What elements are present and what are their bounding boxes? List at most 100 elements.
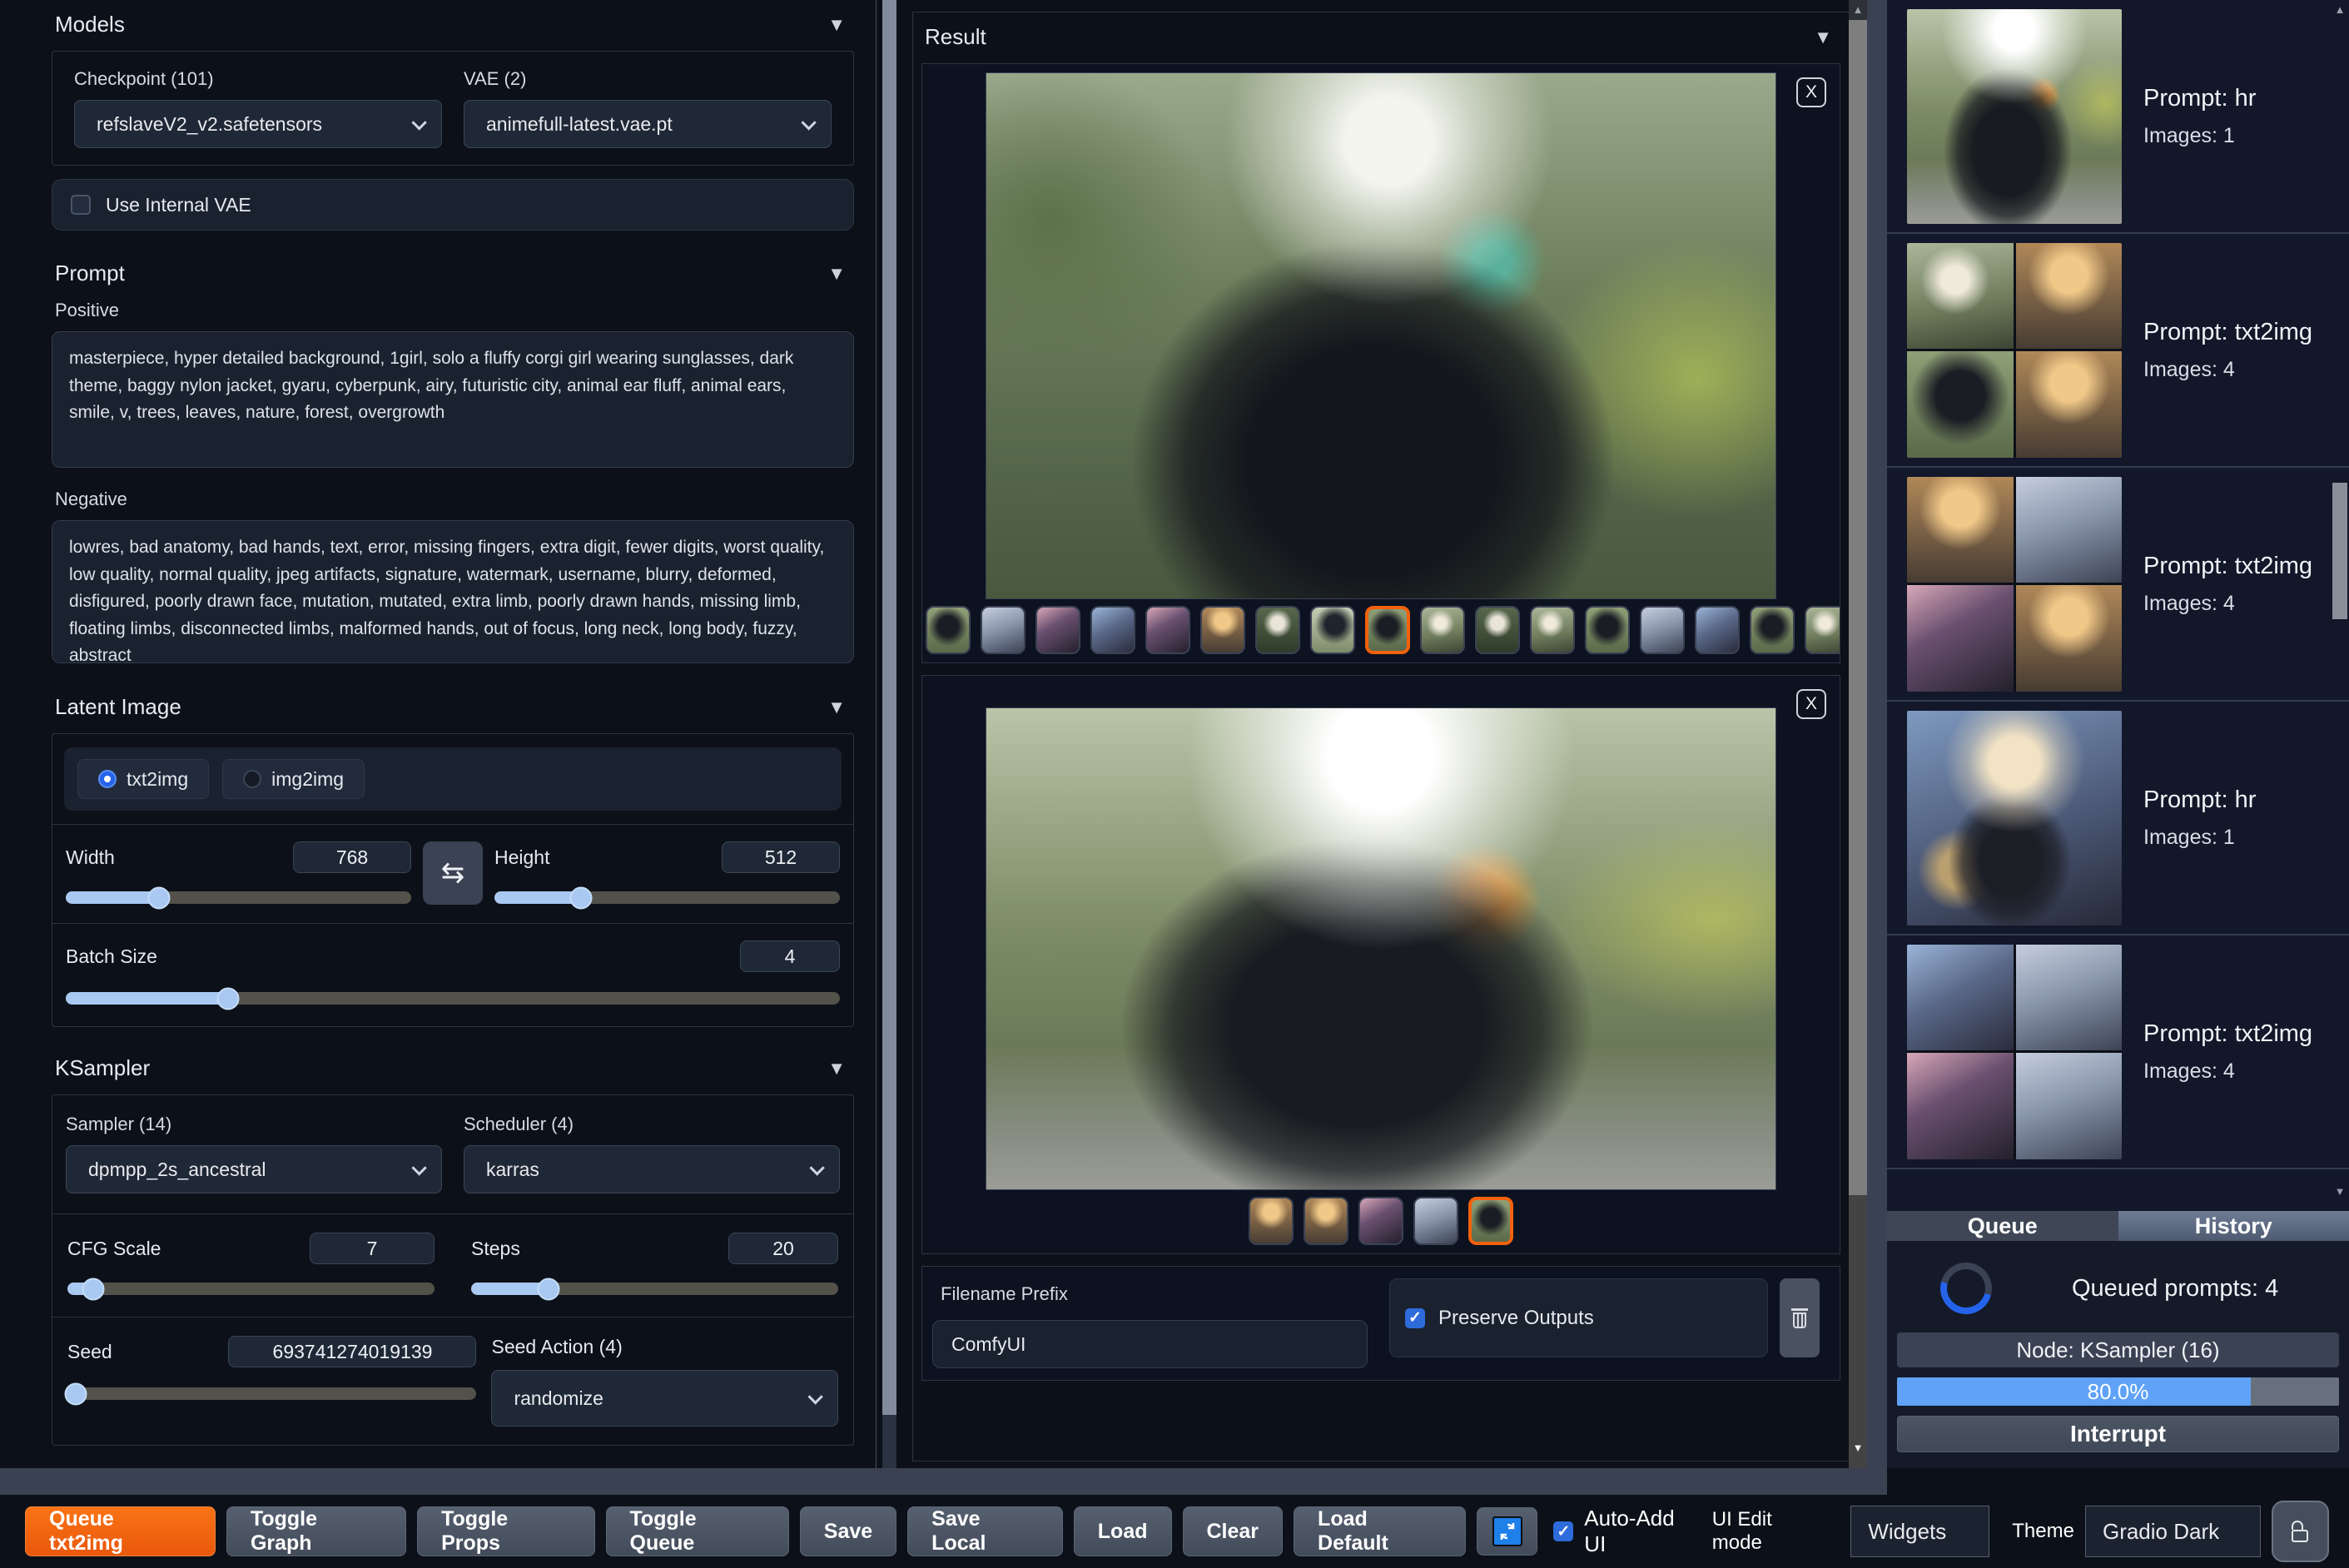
generated-image-2[interactable] bbox=[986, 707, 1776, 1190]
result-section-header[interactable]: Result ▼ bbox=[921, 12, 1840, 63]
tab-queue[interactable]: Queue bbox=[1887, 1211, 2118, 1241]
negative-prompt-input[interactable]: lowres, bad anatomy, bad hands, text, er… bbox=[52, 520, 854, 663]
gallery-thumbnail[interactable] bbox=[1413, 1197, 1458, 1245]
use-internal-vae-checkbox[interactable] bbox=[71, 195, 91, 215]
auto-add-ui-checkbox[interactable]: ✓ bbox=[1553, 1521, 1574, 1541]
seed-slider[interactable] bbox=[64, 1382, 477, 1405]
preserve-outputs-checkbox[interactable]: ✓ bbox=[1405, 1307, 1425, 1328]
clear-button[interactable]: Clear bbox=[1182, 1506, 1284, 1556]
delete-outputs-button[interactable] bbox=[1780, 1278, 1820, 1357]
width-slider[interactable] bbox=[66, 886, 411, 909]
gallery-thumbnail[interactable] bbox=[1695, 606, 1740, 654]
steps-slider[interactable] bbox=[471, 1278, 838, 1300]
steps-input[interactable]: 20 bbox=[728, 1233, 838, 1264]
history-thumbnail-grid[interactable] bbox=[1907, 476, 2122, 692]
save-button[interactable]: Save bbox=[799, 1506, 897, 1556]
seed-action-select[interactable]: randomize bbox=[491, 1370, 838, 1427]
main-scrollbar[interactable]: ▲ ▼ bbox=[1849, 0, 1867, 1468]
history-thumbnail-cell[interactable] bbox=[2015, 351, 2122, 458]
collapse-icon[interactable]: ▼ bbox=[827, 1058, 846, 1079]
history-thumbnail-cell[interactable] bbox=[1907, 476, 2014, 583]
gallery-thumbnail[interactable] bbox=[1358, 1197, 1403, 1245]
history-thumbnail-cell[interactable] bbox=[1907, 585, 2014, 692]
scrollbar-thumb[interactable] bbox=[2332, 483, 2347, 619]
prompt-section-header[interactable]: Prompt ▼ bbox=[52, 249, 854, 300]
gallery-thumbnail[interactable] bbox=[1640, 606, 1685, 654]
history-item[interactable]: Prompt: txt2img Images: 4 bbox=[1887, 468, 2349, 702]
height-slider[interactable] bbox=[494, 886, 840, 909]
img2img-radio[interactable]: img2img bbox=[222, 759, 365, 799]
sampler-select[interactable]: dpmpp_2s_ancestral bbox=[66, 1145, 442, 1193]
load-default-button[interactable]: Load Default bbox=[1294, 1506, 1467, 1556]
history-thumbnail[interactable] bbox=[1907, 710, 2122, 925]
history-thumbnail-cell[interactable] bbox=[1907, 1053, 2014, 1159]
slider-handle[interactable] bbox=[537, 1278, 560, 1300]
swap-dimensions-button[interactable]: ⇆ bbox=[423, 841, 483, 905]
batch-size-slider[interactable] bbox=[66, 987, 840, 1010]
scroll-down-icon[interactable]: ▼ bbox=[1849, 1438, 1867, 1458]
gallery-thumbnail[interactable] bbox=[1249, 1197, 1294, 1245]
slider-handle[interactable] bbox=[64, 1382, 87, 1405]
save-local-button[interactable]: Save Local bbox=[907, 1506, 1063, 1556]
generated-image-1[interactable] bbox=[986, 72, 1776, 599]
gallery-thumbnail-selected[interactable] bbox=[1468, 1197, 1513, 1245]
gallery-thumbnail[interactable] bbox=[1255, 606, 1300, 654]
history-thumbnail[interactable] bbox=[1907, 8, 2122, 224]
collapse-icon[interactable]: ▼ bbox=[827, 263, 846, 285]
checkpoint-select[interactable]: refslaveV2_v2.safetensors bbox=[74, 100, 442, 148]
collapse-icon[interactable]: ▼ bbox=[1814, 27, 1832, 48]
scheduler-select[interactable]: karras bbox=[464, 1145, 840, 1193]
history-item[interactable]: Prompt: txt2img Images: 4 bbox=[1887, 935, 2349, 1169]
scroll-down-icon[interactable]: ▼ bbox=[2332, 1185, 2347, 1198]
refresh-ui-button[interactable] bbox=[1477, 1507, 1538, 1556]
vae-select[interactable]: animefull-latest.vae.pt bbox=[464, 100, 832, 148]
ksampler-section-header[interactable]: KSampler ▼ bbox=[52, 1044, 854, 1094]
gallery-thumbnail[interactable] bbox=[1585, 606, 1630, 654]
gallery-thumbnail[interactable] bbox=[1530, 606, 1575, 654]
history-thumbnail-grid[interactable] bbox=[1907, 242, 2122, 458]
history-thumbnail-cell[interactable] bbox=[2015, 944, 2122, 1050]
gallery-thumbnail[interactable] bbox=[1475, 606, 1520, 654]
history-thumbnail-cell[interactable] bbox=[2015, 242, 2122, 349]
positive-prompt-input[interactable]: masterpiece, hyper detailed background, … bbox=[52, 331, 854, 468]
history-item[interactable]: Prompt: hr Images: 1 bbox=[1887, 0, 2349, 234]
collapse-icon[interactable]: ▼ bbox=[827, 697, 846, 718]
interrupt-button[interactable]: Interrupt bbox=[1897, 1416, 2339, 1452]
scroll-up-icon[interactable]: ▲ bbox=[2332, 3, 2347, 16]
history-thumbnail-grid[interactable] bbox=[1907, 944, 2122, 1159]
left-panel-scrollbar[interactable] bbox=[882, 0, 896, 1468]
ui-edit-mode-select[interactable]: Widgets bbox=[1850, 1506, 1990, 1557]
sidebar-scrollbar[interactable]: ▲ ▼ bbox=[2332, 0, 2347, 1205]
gallery-thumbnail[interactable] bbox=[1145, 606, 1190, 654]
gallery-thumbnail[interactable] bbox=[1200, 606, 1245, 654]
lock-button[interactable] bbox=[2271, 1501, 2329, 1562]
history-thumbnail-cell[interactable] bbox=[2015, 476, 2122, 583]
slider-handle[interactable] bbox=[569, 886, 593, 909]
history-item[interactable]: Prompt: hr Images: 1 bbox=[1887, 702, 2349, 935]
gallery-thumbnail[interactable] bbox=[981, 606, 1026, 654]
latent-section-header[interactable]: Latent Image ▼ bbox=[52, 682, 854, 733]
queue-txt2img-button[interactable]: Queue txt2img bbox=[25, 1506, 216, 1556]
history-thumbnail-cell[interactable] bbox=[1907, 944, 2014, 1050]
history-thumbnail-cell[interactable] bbox=[2015, 585, 2122, 692]
cfg-input[interactable]: 7 bbox=[310, 1233, 435, 1264]
close-image-button[interactable]: X bbox=[1796, 77, 1826, 107]
gallery-thumbnail[interactable] bbox=[1805, 606, 1840, 654]
scroll-up-icon[interactable]: ▲ bbox=[1849, 0, 1867, 20]
close-image-button[interactable]: X bbox=[1796, 689, 1826, 719]
cfg-slider[interactable] bbox=[67, 1278, 435, 1300]
gallery-thumbnail[interactable] bbox=[1304, 1197, 1348, 1245]
history-thumbnail-cell[interactable] bbox=[2015, 1053, 2122, 1159]
gallery-thumbnail[interactable] bbox=[1035, 606, 1080, 654]
scrollbar-thumb[interactable] bbox=[882, 0, 896, 1415]
slider-handle[interactable] bbox=[82, 1278, 105, 1300]
filename-prefix-input[interactable] bbox=[932, 1320, 1368, 1368]
height-input[interactable]: 512 bbox=[722, 841, 840, 873]
tab-history[interactable]: History bbox=[2118, 1211, 2349, 1241]
seed-input[interactable]: 693741274019139 bbox=[228, 1336, 477, 1367]
gallery-thumbnail[interactable] bbox=[1310, 606, 1355, 654]
txt2img-radio[interactable]: txt2img bbox=[77, 759, 210, 799]
slider-handle[interactable] bbox=[216, 987, 240, 1010]
models-section-header[interactable]: Models ▼ bbox=[52, 0, 854, 51]
batch-size-input[interactable]: 4 bbox=[740, 940, 840, 972]
